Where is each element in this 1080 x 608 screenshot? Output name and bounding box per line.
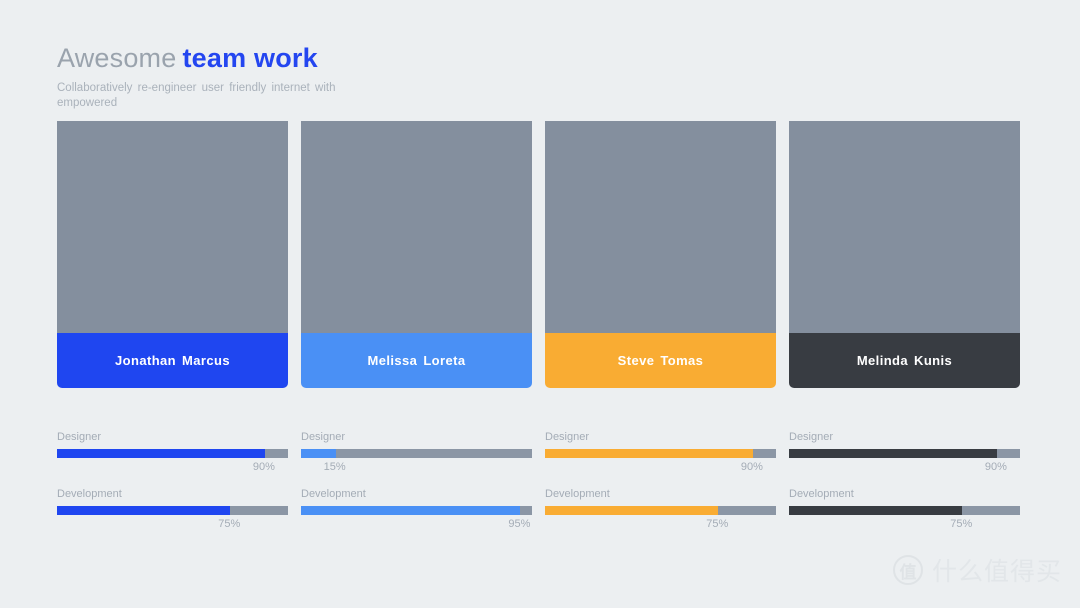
- skill-value: 90%: [252, 461, 275, 473]
- team-card[interactable]: Steve Tomas: [545, 121, 776, 388]
- skill-label: Designer: [57, 431, 102, 443]
- page-header: Awesome team work Collaboratively re-engi…: [57, 42, 477, 111]
- team-member-photo: [545, 121, 776, 333]
- skill-progress-bar: [789, 506, 1020, 515]
- skill-value-row: 75%: [789, 518, 1020, 538]
- skill-value: 90%: [740, 461, 763, 473]
- skill-progress-fill: [301, 506, 521, 515]
- skill-value-row: 90%: [545, 461, 776, 481]
- skill-value-row: 75%: [57, 518, 288, 538]
- team-card[interactable]: Melissa Loreta: [301, 121, 532, 388]
- team-member-skills: Designer 90% Development 75%: [789, 430, 1020, 538]
- team-member-name: Steve Tomas: [545, 333, 776, 388]
- team-member-name: Melinda Kunis: [789, 333, 1020, 388]
- skill-value: 75%: [218, 518, 241, 530]
- skill-value-row: 90%: [57, 461, 288, 481]
- team-skills-row: Designer 90% Development 75% Designer 15% Deve…: [57, 430, 1020, 538]
- skill-progress-fill: [545, 449, 753, 458]
- skill-value: 90%: [984, 461, 1007, 473]
- skill-label: Development: [545, 488, 610, 500]
- team-card[interactable]: Jonathan Marcus: [57, 121, 288, 388]
- skill-progress-fill: [301, 449, 336, 458]
- skill-value: 15%: [323, 461, 346, 473]
- skill-progress-bar: [789, 449, 1020, 458]
- team-member-photo: [789, 121, 1020, 333]
- team-card[interactable]: Melinda Kunis: [789, 121, 1020, 388]
- skill-label: Designer: [301, 431, 346, 443]
- skill-label: Development: [57, 488, 122, 500]
- skill-progress-fill: [57, 506, 231, 515]
- watermark-logo-icon: 值: [892, 555, 923, 585]
- skill-progress-bar: [545, 506, 776, 515]
- skill-value: 95%: [508, 518, 531, 530]
- team-member-name: Melissa Loreta: [301, 333, 532, 388]
- watermark-text: 什么值得买: [931, 557, 1062, 586]
- skill-progress-bar: [301, 449, 532, 458]
- skill-label: Development: [301, 488, 366, 500]
- skill-progress-bar: [57, 506, 288, 515]
- team-member-skills: Designer 90% Development 75%: [545, 430, 776, 538]
- skill-label: Designer: [545, 431, 590, 443]
- page-title-light: Awesome: [57, 43, 177, 73]
- team-member-photo: [57, 121, 288, 333]
- team-member-name: Jonathan Marcus: [57, 333, 288, 388]
- skill-progress-fill: [789, 506, 963, 515]
- page-title-accent: team work: [182, 43, 318, 73]
- page-subtitle: Collaboratively re-engineer user friendl…: [57, 82, 336, 109]
- skill-progress-fill: [545, 506, 719, 515]
- skill-progress-bar: [57, 449, 288, 458]
- skill-label: Designer: [789, 431, 834, 443]
- skill-value-row: 95%: [301, 518, 532, 538]
- skill-progress-bar: [545, 449, 776, 458]
- skill-progress-fill: [57, 449, 265, 458]
- skill-value: 75%: [706, 518, 729, 530]
- team-member-skills: Designer 90% Development 75%: [57, 430, 288, 538]
- skill-progress-fill: [789, 449, 997, 458]
- team-member-photo: [301, 121, 532, 333]
- skill-label: Development: [789, 488, 854, 500]
- skill-value: 75%: [950, 518, 973, 530]
- team-cards-row: Jonathan Marcus Melissa Loreta Steve Tomas…: [57, 121, 1020, 388]
- watermark: 值 什么值得买: [892, 552, 1062, 588]
- skill-value-row: 90%: [789, 461, 1020, 481]
- team-member-skills: Designer 15% Development 95%: [301, 430, 532, 538]
- skill-value-row: 15%: [301, 461, 532, 481]
- skill-progress-bar: [301, 506, 532, 515]
- page-title: Awesome team work: [57, 42, 477, 74]
- skill-value-row: 75%: [545, 518, 776, 538]
